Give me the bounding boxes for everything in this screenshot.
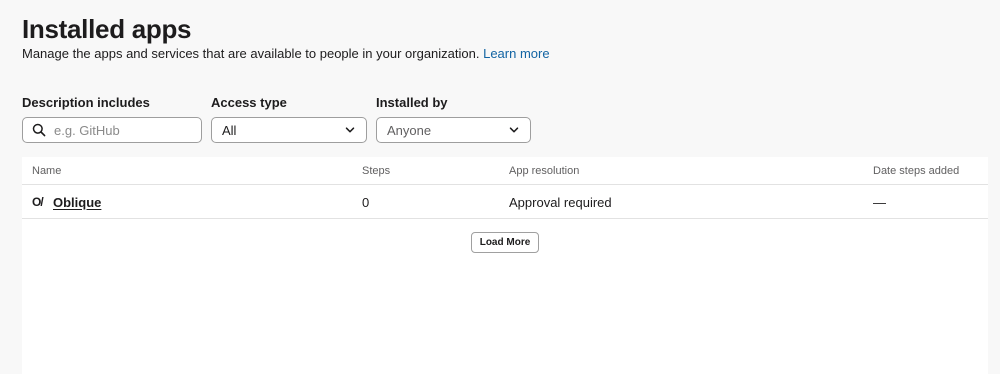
steps-cell: 0 [362, 195, 370, 210]
row-divider [22, 218, 988, 219]
description-text: Manage the apps and services that are av… [22, 46, 480, 61]
page-description: Manage the apps and services that are av… [22, 46, 550, 61]
access-type-select[interactable]: All [211, 117, 367, 143]
description-filter-label: Description includes [22, 95, 150, 110]
header-divider [22, 184, 988, 185]
column-header-date-steps-added[interactable]: Date steps added [873, 165, 959, 177]
description-search-input[interactable] [54, 122, 194, 138]
column-header-name[interactable]: Name [32, 165, 61, 177]
load-more-button[interactable]: Load More [471, 232, 539, 253]
column-header-steps[interactable]: Steps [362, 165, 390, 177]
app-logo-icon: O/ [32, 195, 44, 209]
app-resolution-cell: Approval required [509, 195, 612, 210]
chevron-down-icon [344, 124, 356, 136]
access-type-label: Access type [211, 95, 287, 110]
installed-by-select[interactable]: Anyone [376, 117, 531, 143]
learn-more-link[interactable]: Learn more [483, 46, 549, 61]
installed-apps-table: Name Steps App resolution Date steps add… [22, 157, 988, 374]
access-type-value: All [222, 122, 237, 138]
column-header-app-resolution[interactable]: App resolution [509, 165, 579, 177]
chevron-down-icon [508, 124, 520, 136]
search-icon [32, 123, 46, 137]
installed-by-value: Anyone [387, 122, 432, 138]
date-steps-added-cell: — [873, 195, 886, 210]
installed-by-label: Installed by [376, 95, 448, 110]
page-title: Installed apps [22, 14, 192, 44]
description-search-field[interactable] [22, 117, 202, 143]
app-name-link[interactable]: Oblique [53, 195, 101, 210]
